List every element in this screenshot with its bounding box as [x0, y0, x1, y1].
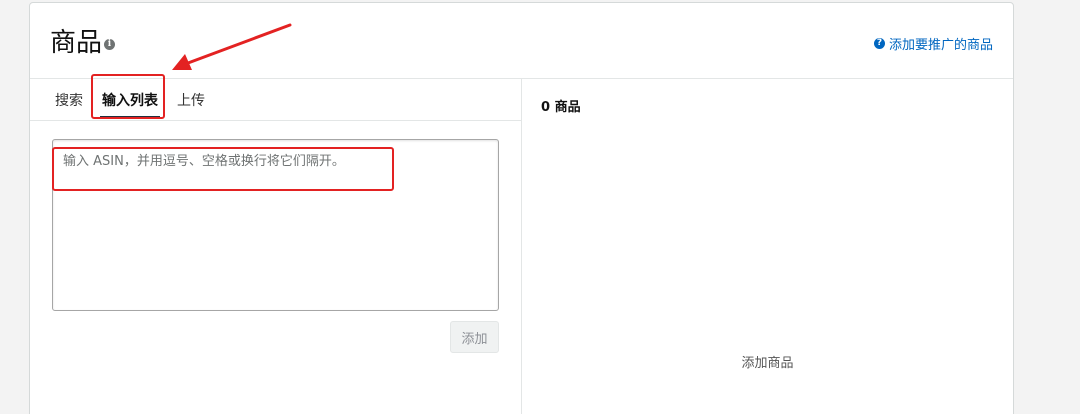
tab-search[interactable]: 搜索 — [55, 92, 83, 110]
add-button[interactable]: 添加 — [450, 321, 499, 353]
product-count: 0 商品 — [541, 100, 581, 115]
question-icon: ? — [873, 38, 885, 49]
card-header: 商品 i ? 添加要推广的商品 — [30, 3, 1013, 79]
tab-enter-list[interactable]: 输入列表 — [100, 92, 160, 119]
page-title: 商品 — [50, 28, 103, 58]
input-method-tabs: 搜索 输入列表 上传 — [30, 74, 521, 121]
empty-state-text: 添加商品 — [741, 356, 794, 371]
info-icon[interactable]: i — [104, 39, 115, 50]
add-products-panel: 搜索 输入列表 上传 添加 — [30, 74, 522, 414]
asin-list-input[interactable] — [52, 139, 499, 311]
tab-upload[interactable]: 上传 — [177, 92, 205, 110]
add-products-help-link[interactable]: ? 添加要推广的商品 — [873, 34, 993, 53]
help-link-label: 添加要推广的商品 — [888, 38, 993, 53]
products-card: 商品 i ? 添加要推广的商品 搜索 输入列表 上传 添加 0 商品 添加商品 — [29, 2, 1014, 414]
page: 商品 i ? 添加要推广的商品 搜索 输入列表 上传 添加 0 商品 添加商品 — [0, 0, 1080, 414]
selected-products-panel: 0 商品 添加商品 — [522, 79, 1013, 414]
